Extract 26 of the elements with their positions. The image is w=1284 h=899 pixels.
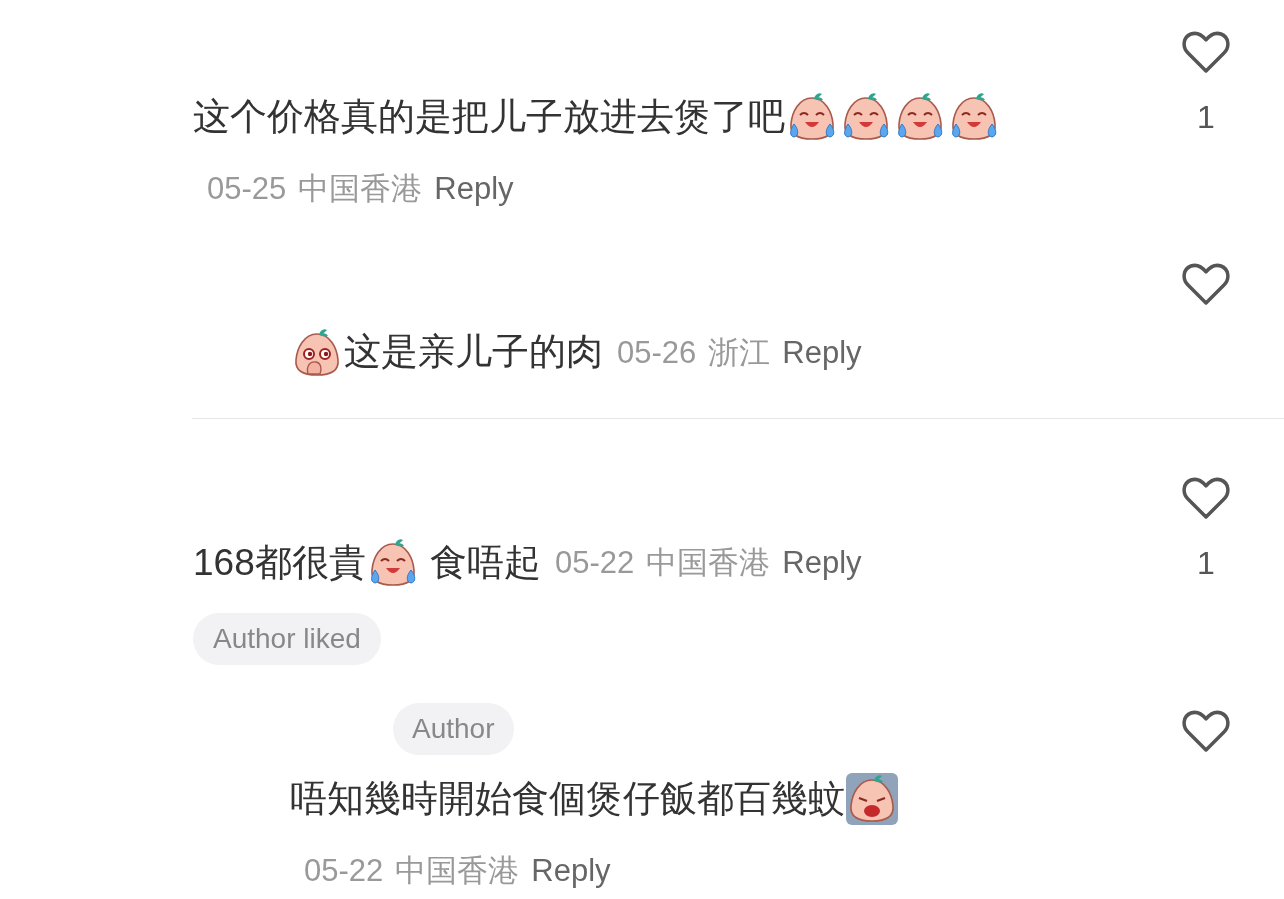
author-liked-badge: Author liked	[193, 612, 381, 665]
comment-date: 05-22	[304, 853, 384, 889]
like-icon[interactable]	[1182, 262, 1230, 307]
reply-text: 这是亲儿子的肉	[344, 331, 603, 373]
wailing-face-icon	[845, 772, 899, 827]
comment-date: 05-22	[555, 544, 635, 580]
reply-link[interactable]: Reply	[782, 544, 862, 580]
reply-link[interactable]: Reply	[782, 334, 862, 370]
comment-location: 中国香港	[395, 853, 520, 889]
reply-link[interactable]: Reply	[434, 171, 514, 207]
like-icon[interactable]	[1182, 475, 1230, 520]
comment-date: 05-26	[617, 334, 697, 370]
like-icon[interactable]	[1182, 30, 1230, 74]
reply-text: 唔知幾時開始食個煲仔飯都百幾蚊	[290, 778, 845, 820]
comment-text: 这个价格真的是把儿子放进去煲了吧	[193, 96, 785, 138]
comment-location: 中国香港	[298, 171, 423, 207]
comment-date: 05-25	[207, 171, 287, 207]
comment-text: 168都很貴	[193, 541, 366, 583]
author-tag: Author	[393, 702, 514, 755]
comment-location: 浙江	[708, 334, 771, 370]
comment-text: 食唔起	[429, 541, 541, 583]
comment-location: 中国香港	[646, 544, 771, 580]
like-count: 1	[1197, 543, 1215, 583]
like-count: 1	[1197, 98, 1215, 137]
like-icon[interactable]	[1182, 708, 1230, 753]
reply-link[interactable]: Reply	[531, 853, 611, 889]
